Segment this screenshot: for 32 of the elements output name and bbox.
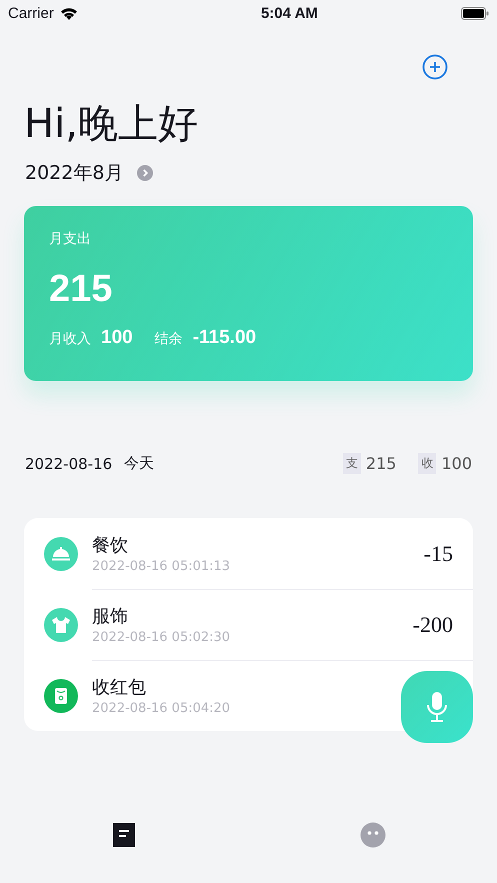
balance-label: 结余 (154, 330, 183, 348)
transaction-name: 餐饮 (92, 534, 129, 557)
microphone-icon (426, 691, 448, 723)
profile-tab[interactable] (360, 822, 386, 848)
records-tab[interactable] (113, 823, 136, 847)
income-label: 月收入 (49, 330, 91, 348)
summary-label: 月支出 (49, 230, 92, 248)
transaction-name: 服饰 (92, 605, 129, 628)
day-label: 今天 (124, 454, 154, 473)
voice-button[interactable] (401, 671, 473, 743)
balance-amount: -115.00 (192, 327, 256, 349)
add-icon[interactable] (422, 54, 448, 80)
wifi-icon (60, 6, 78, 20)
day-date: 2022-08-16 (25, 454, 112, 472)
carrier-label: Carrier (8, 4, 54, 22)
transaction-time: 2022-08-16 05:01:13 (92, 559, 232, 574)
status-time: 5:04 AM (260, 4, 318, 22)
chevron-right-icon[interactable] (137, 165, 154, 181)
income-amount: 100 (101, 327, 133, 349)
transaction-time: 2022-08-16 05:02:30 (92, 630, 232, 645)
transaction-time: 2022-08-16 05:04:20 (92, 701, 232, 716)
transaction-name: 收红包 (92, 676, 147, 699)
day-expense: 215 (366, 454, 396, 473)
transaction-amount: -200 (412, 612, 453, 638)
expense-tag: 支 (342, 453, 361, 474)
day-income: 100 (441, 454, 472, 473)
expense-amount: 215 (49, 268, 114, 311)
greeting-title: Hi,晚上好 (24, 100, 199, 149)
income-tag: 收 (418, 453, 436, 474)
month-label[interactable]: 2022年8月 (25, 160, 124, 186)
battery-icon (461, 6, 489, 20)
transaction-amount: -15 (424, 540, 453, 566)
